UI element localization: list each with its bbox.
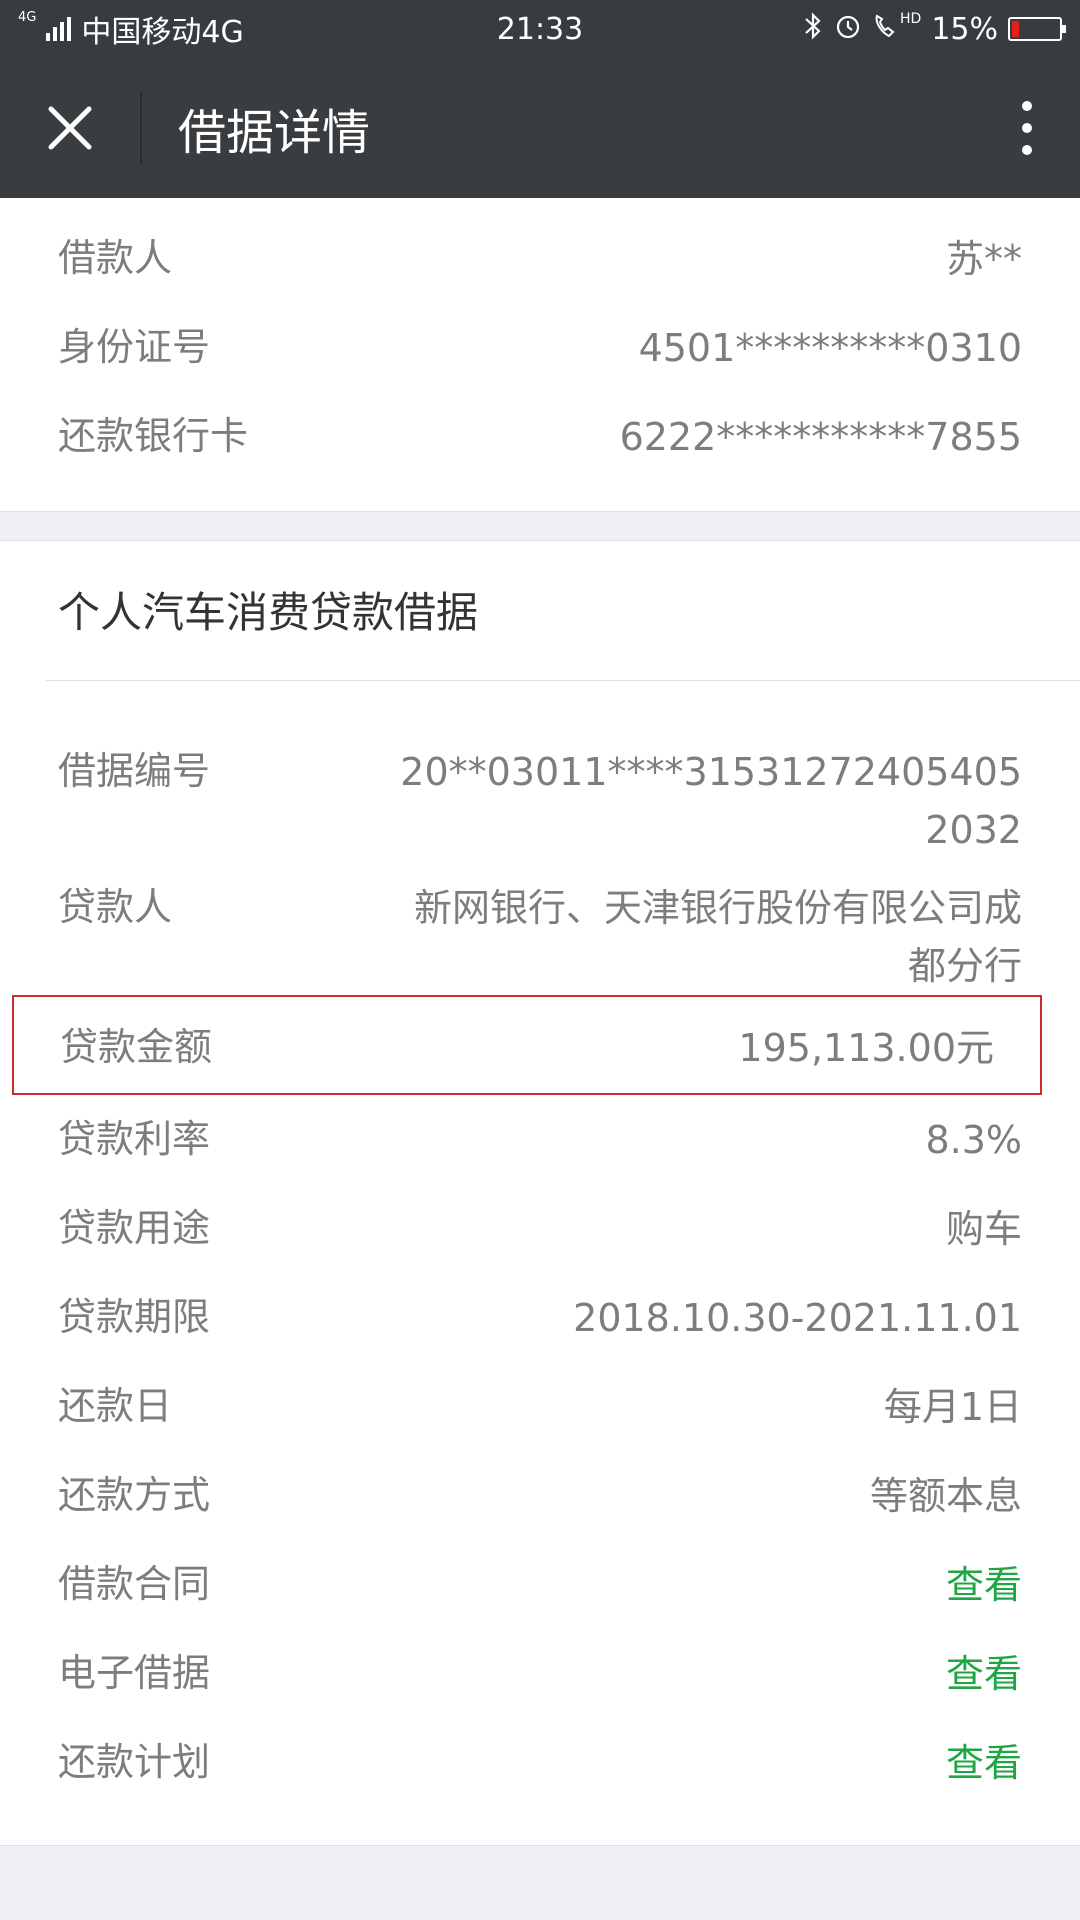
e-receipt-row: 电子借据 查看 [0, 1629, 1080, 1718]
bluetooth-icon [802, 11, 824, 47]
alarm-icon [834, 12, 862, 47]
loan-number-row: 借据编号 20**03011****315312724054052032 [0, 727, 1080, 859]
id-number-label: 身份证号 [58, 325, 211, 369]
loan-amount-row: 贷款金额 195,113.00元 [12, 995, 1042, 1095]
bank-card-row: 还款银行卡 6222***********7855 [0, 392, 1080, 481]
borrower-row: 借款人 苏** [0, 214, 1080, 303]
repay-plan-label: 还款计划 [58, 1740, 211, 1784]
status-right: HD 15% [802, 11, 1066, 47]
loan-title-divider [46, 680, 1080, 681]
borrower-value: 苏** [945, 237, 1022, 281]
lender-label: 贷款人 [58, 885, 173, 929]
lender-value: 新网银行、天津银行股份有限公司成都分行 [413, 886, 1022, 988]
signal-icon [46, 17, 72, 41]
term-value: 2018.10.30-2021.11.01 [573, 1296, 1022, 1340]
repay-method-value: 等额本息 [869, 1474, 1022, 1518]
view-contract-link[interactable]: 查看 [946, 1556, 1022, 1614]
close-button[interactable] [0, 58, 140, 198]
repay-day-row: 还款日 每月1日 [0, 1362, 1080, 1451]
purpose-label: 贷款用途 [58, 1206, 211, 1250]
status-bar: 4G 中国移动4G 21:33 HD 15% [0, 0, 1080, 58]
bank-card-value: 6222***********7855 [619, 415, 1022, 459]
contract-label: 借款合同 [58, 1562, 211, 1606]
borrower-label: 借款人 [58, 236, 173, 280]
repay-day-value: 每月1日 [883, 1385, 1022, 1429]
more-button[interactable] [1022, 58, 1032, 198]
loan-amount-value: 195,113.00元 [738, 1026, 994, 1070]
close-icon [48, 106, 92, 150]
e-receipt-label: 电子借据 [58, 1651, 211, 1695]
loan-number-value: 20**03011****315312724054052032 [400, 750, 1022, 852]
interest-rate-value: 8.3% [925, 1118, 1022, 1162]
interest-rate-label: 贷款利率 [58, 1117, 211, 1161]
id-number-value: 4501**********0310 [638, 326, 1022, 370]
repay-day-label: 还款日 [58, 1384, 173, 1428]
purpose-row: 贷款用途 购车 [0, 1184, 1080, 1273]
network-tag: 4G [18, 9, 37, 25]
loan-card: 个人汽车消费贷款借据 借据编号 20**03011****31531272405… [0, 540, 1080, 1846]
loan-number-label: 借据编号 [58, 749, 211, 793]
status-left: 4G 中国移动4G [18, 7, 244, 51]
view-repay-plan-link[interactable]: 查看 [946, 1734, 1022, 1792]
title-divider [140, 92, 142, 164]
carrier-label: 中国移动4G [81, 15, 244, 50]
call-hd-icon [872, 12, 898, 47]
hd-label: HD [900, 11, 922, 27]
interest-rate-row: 贷款利率 8.3% [0, 1095, 1080, 1184]
battery-percent: 15% [931, 11, 998, 47]
contract-row: 借款合同 查看 [0, 1540, 1080, 1629]
loan-title: 个人汽车消费贷款借据 [58, 588, 479, 637]
lender-row: 贷款人 新网银行、天津银行股份有限公司成都分行 [0, 859, 1080, 995]
term-label: 贷款期限 [58, 1295, 211, 1339]
view-e-receipt-link[interactable]: 查看 [946, 1645, 1022, 1703]
more-vertical-icon [1022, 101, 1032, 111]
page-title: 借据详情 [178, 105, 371, 161]
repay-method-label: 还款方式 [58, 1473, 211, 1517]
borrower-card: 借款人 苏** 身份证号 4501**********0310 还款银行卡 62… [0, 198, 1080, 512]
loan-amount-label: 贷款金额 [60, 1025, 213, 1069]
title-bar: 借据详情 [0, 58, 1080, 198]
bank-card-label: 还款银行卡 [58, 414, 249, 458]
battery-icon [1008, 17, 1066, 41]
purpose-value: 购车 [945, 1207, 1022, 1251]
repay-method-row: 还款方式 等额本息 [0, 1451, 1080, 1540]
repay-plan-row: 还款计划 查看 [0, 1718, 1080, 1807]
id-number-row: 身份证号 4501**********0310 [0, 303, 1080, 392]
term-row: 贷款期限 2018.10.30-2021.11.01 [0, 1273, 1080, 1362]
